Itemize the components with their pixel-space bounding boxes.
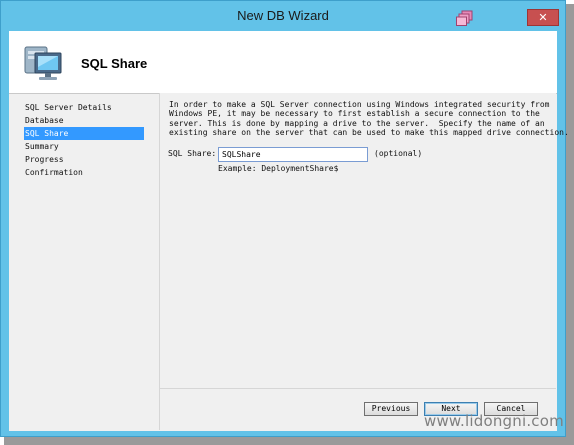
step-sql-share[interactable]: SQL Share [25,128,68,140]
watermark-text: www.lidongni.com [424,412,564,430]
app-icon [456,10,473,26]
description-text: In order to make a SQL Server connection… [169,100,569,137]
step-database[interactable]: Database [25,115,64,127]
footer-divider [159,388,556,389]
previous-button[interactable]: Previous [364,402,418,416]
step-summary[interactable]: Summary [25,141,59,153]
content-pane [159,93,556,430]
step-progress[interactable]: Progress [25,154,64,166]
step-sql-server-details[interactable]: SQL Server Details [25,102,112,114]
window-title: New DB Wizard [237,8,329,23]
close-button[interactable]: ✕ [527,9,559,26]
optional-label: (optional) [374,149,423,158]
page-title: SQL Share [81,56,148,71]
computer-icon [24,46,62,80]
sql-share-input[interactable]: SQLShare [218,147,368,162]
step-confirmation[interactable]: Confirmation [25,167,83,179]
example-text: Example: DeploymentShare$ [218,164,339,173]
wizard-header: SQL Share [9,31,557,94]
title-bar[interactable]: New DB Wizard ✕ [1,1,565,31]
sql-share-label: SQL Share: [168,149,217,158]
